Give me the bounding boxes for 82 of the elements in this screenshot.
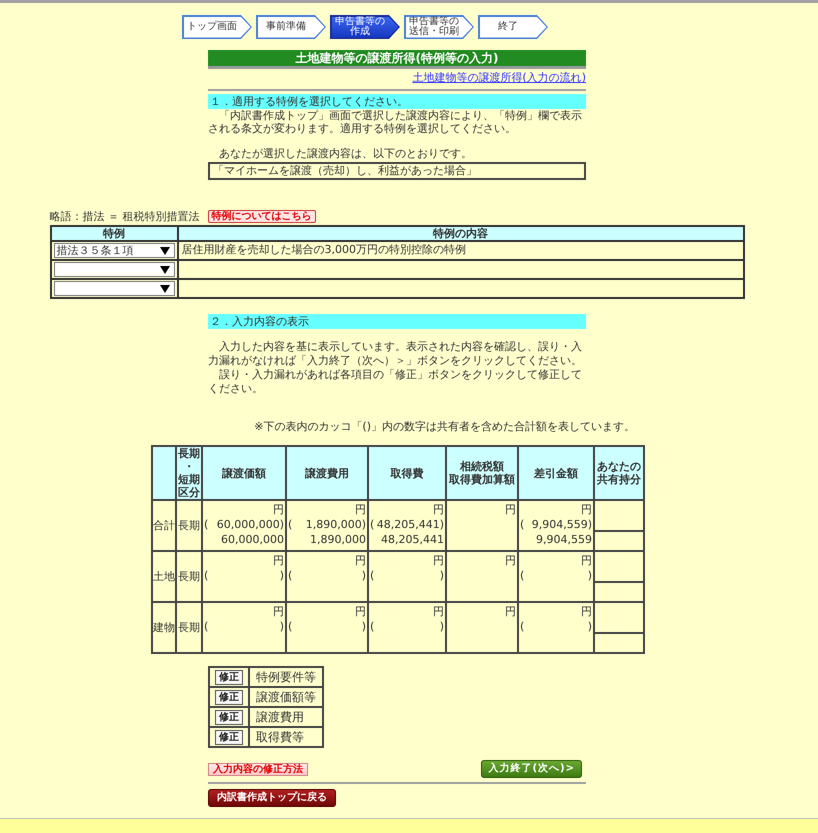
step-indicator: 申告書等の作成 (330, 15, 400, 39)
section-heading: ２．入力内容の表示 (208, 314, 586, 329)
coowner-total: ( ) (520, 619, 592, 634)
edit-button[interactable]: 修正 (215, 670, 243, 684)
amount-value: 60,000,000 (221, 532, 284, 547)
column-header: 長期・短期区分 (176, 446, 202, 500)
column-header: 譲渡費用 (286, 446, 368, 500)
dropdown-arrow-icon (160, 266, 170, 274)
coowner-total: ( ) (204, 568, 284, 583)
dropdown-field[interactable] (54, 281, 174, 296)
table-cell: 取得費等 (249, 727, 323, 747)
coowner-total: ( ) (288, 568, 366, 583)
unit-label: 円 (355, 553, 366, 568)
coowner-total: ( 60,000,000) (204, 517, 284, 532)
unit-label: 円 (505, 604, 516, 619)
table-cell: 長期 (176, 602, 202, 653)
table-cell: 譲渡費用 (249, 707, 323, 727)
unit-label: 円 (581, 553, 592, 568)
row-header: 建物 (152, 602, 176, 653)
coowner-total: ( 48,205,441) (370, 517, 444, 532)
table-cell: 長期 (176, 551, 202, 602)
table-cell: 長期 (176, 500, 202, 551)
note-text: ※下の表内のカッコ「()」内の数字は共有者を含めた合計額を表しています。 (254, 420, 635, 433)
column-header: 特例 (50, 226, 178, 241)
selected-transfer-box: 「マイホームを譲渡（売却）し、利益があった場合」 (208, 162, 586, 180)
special-rules-button[interactable]: 特例についてはこちら (208, 210, 316, 223)
table-corner-cell (152, 446, 176, 500)
unit-label: 円 (433, 553, 444, 568)
coowner-total: ( ) (288, 619, 366, 634)
next-button[interactable]: 入力終了(次へ)> (481, 760, 582, 778)
column-header: 特例の内容 (178, 226, 744, 241)
unit-label: 円 (581, 502, 592, 517)
amount-value: 48,205,441 (381, 532, 444, 547)
row-header: 合計 (152, 500, 176, 551)
instruction-text: 誤り・入力漏れがあれば各項目の「修正」ボタンをクリックして修正してください。 (208, 368, 583, 396)
page-title: 土地建物等の譲渡所得(特例等の入力) (208, 50, 586, 66)
dropdown-field[interactable] (54, 262, 174, 277)
unit-label: 円 (273, 604, 284, 619)
edit-method-button[interactable]: 入力内容の修正方法 (208, 762, 308, 776)
dropdown-arrow-icon (160, 284, 170, 292)
edit-button[interactable]: 修正 (215, 730, 243, 744)
unit-label: 円 (433, 502, 444, 517)
unit-label: 円 (273, 553, 284, 568)
edit-button[interactable]: 修正 (215, 690, 243, 704)
unit-label: 円 (505, 553, 516, 568)
table-cell: 居住用財産を売却した場合の3,000万円の特別控除の特例 (178, 241, 744, 260)
instruction-text: 入力した内容を基に表示しています。表示された内容を確認し、誤り・入力漏れがなければ「入力終了（次へ）＞」ボタンをクリックしてください。 (208, 340, 583, 368)
abbreviation-text: 略語：措法 ＝ 租税特別措置法 (50, 210, 200, 223)
edit-button[interactable]: 修正 (215, 710, 243, 724)
step-indicator: 事前準備 (256, 15, 326, 39)
unit-label: 円 (433, 604, 444, 619)
column-header: 譲渡価額 (202, 446, 286, 500)
column-header: 相続税額取得費加算額 (446, 446, 518, 500)
back-button[interactable]: 内訳書作成トップに戻る (208, 789, 336, 807)
section-heading: １．適用する特例を選択してください。 (208, 94, 586, 109)
dropdown-field[interactable]: 措法３５条１項 (54, 243, 174, 258)
unit-label: 円 (581, 604, 592, 619)
coowner-total: ( 9,904,559) (520, 517, 592, 532)
unit-label: 円 (355, 502, 366, 517)
step-indicator: トップ画面 (182, 15, 252, 39)
coowner-total: ( ) (370, 568, 444, 583)
step-indicator: 申告書等の送信・印刷 (404, 15, 474, 39)
instruction-text: 「内訳書作成トップ」画面で選択した譲渡内容により、「特例」欄で表示される条文が変わります。適用する特例を選択してください。 (208, 109, 583, 135)
column-header: 取得費 (368, 446, 446, 500)
amount-value: 1,890,000 (310, 532, 366, 547)
column-header: あなたの共有持分 (594, 446, 644, 500)
step-indicator: 終了 (478, 15, 548, 39)
dropdown-arrow-icon (160, 246, 170, 254)
row-header: 土地 (152, 551, 176, 602)
coowner-total: ( ) (204, 619, 284, 634)
unit-label: 円 (355, 604, 366, 619)
coowner-total: ( ) (520, 568, 592, 583)
flow-link[interactable]: 土地建物等の譲渡所得(入力の流れ) (412, 71, 586, 85)
amount-value: 9,904,559 (536, 532, 592, 547)
unit-label: 円 (273, 502, 284, 517)
coowner-total: ( 1,890,000) (288, 517, 366, 532)
intro-text: あなたが選択した譲渡内容は、以下のとおりです。 (218, 147, 473, 160)
coowner-total: ( ) (370, 619, 444, 634)
table-cell: 特例要件等 (249, 667, 323, 687)
unit-label: 円 (505, 502, 516, 517)
column-header: 差引金額 (518, 446, 594, 500)
table-cell: 譲渡価額等 (249, 687, 323, 707)
